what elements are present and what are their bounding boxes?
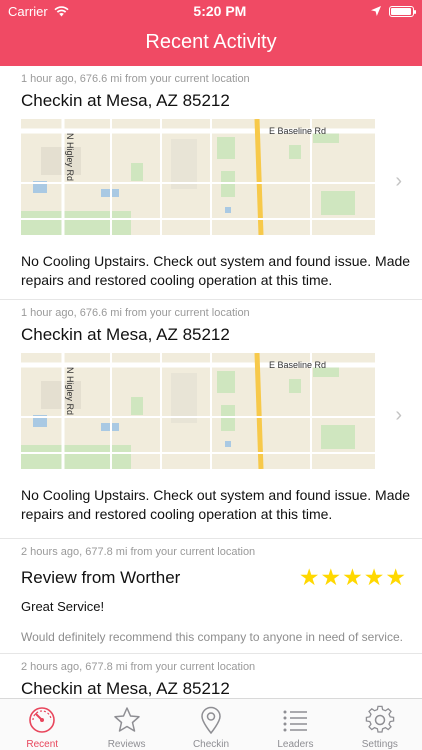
item-title: Review from Worther (21, 567, 181, 587)
tab-leaders[interactable]: Leaders (253, 699, 337, 750)
chevron-right-icon[interactable]: › (395, 170, 402, 193)
map-thumbnail: E Baseline Rd N Higley Rd (21, 353, 375, 469)
gauge-icon (29, 707, 56, 733)
list-icon (283, 710, 308, 732)
location-pin-icon (201, 706, 221, 735)
star-icon: ★ (298, 564, 320, 590)
tab-label: Recent (26, 739, 59, 750)
list-item[interactable]: 1 hour ago, 676.6 mi from your current l… (0, 66, 422, 300)
star-icon (113, 707, 140, 732)
gear-icon (365, 705, 395, 733)
list-item[interactable]: 1 hour ago, 676.6 mi from your current l… (0, 300, 422, 539)
review-body: Would definitely recommend this company … (21, 630, 403, 644)
tab-checkin[interactable]: Checkin (169, 699, 253, 750)
road-label-north: N Higley Rd (65, 367, 75, 415)
tab-reviews[interactable]: Reviews (84, 699, 168, 750)
battery-icon (389, 5, 416, 17)
wifi-icon (54, 5, 69, 17)
tab-label: Reviews (107, 739, 146, 750)
carrier-label: Carrier (8, 3, 48, 19)
activity-feed[interactable]: 1 hour ago, 676.6 mi from your current l… (0, 66, 422, 698)
map-thumbnail: E Baseline Rd N Higley Rd (21, 119, 375, 235)
tab-settings[interactable]: Settings (338, 699, 422, 750)
tab-label: Leaders (277, 739, 314, 750)
page-title: Recent Activity (145, 31, 277, 53)
tab-bar: Recent Reviews Checkin Leaders Settings (0, 698, 422, 750)
status-bar: Carrier 5:20 PM (0, 0, 422, 22)
road-label-east: E Baseline Rd (269, 126, 326, 136)
item-meta: 1 hour ago, 676.6 mi from your current l… (21, 307, 250, 319)
star-icon: ★ (385, 564, 406, 590)
header: Carrier 5:20 PM Recent Activity (0, 0, 422, 66)
list-item[interactable]: 2 hours ago, 677.8 mi from your current … (0, 654, 422, 698)
location-arrow-icon (371, 6, 381, 16)
road-label-east: E Baseline Rd (269, 360, 326, 370)
review-subtitle: Great Service! (21, 599, 105, 614)
tab-recent[interactable]: Recent (0, 699, 84, 750)
status-time: 5:20 PM (193, 3, 247, 19)
item-meta: 2 hours ago, 677.8 mi from your current … (21, 661, 256, 673)
star-icon: ★ (320, 564, 342, 590)
road-label-north: N Higley Rd (65, 133, 75, 181)
tab-label: Checkin (192, 739, 230, 750)
item-meta: 1 hour ago, 676.6 mi from your current l… (21, 73, 250, 85)
item-description: No Cooling Upstairs. Check out system an… (21, 253, 411, 288)
star-icon: ★ (342, 564, 363, 590)
tab-label: Settings (361, 739, 398, 750)
star-icon: ★ (363, 564, 385, 590)
item-title: Checkin at Mesa, AZ 85212 (21, 679, 230, 698)
item-title: Checkin at Mesa, AZ 85212 (21, 325, 230, 344)
list-item[interactable]: 2 hours ago, 677.8 mi from your current … (0, 539, 422, 654)
item-description: No Cooling Upstairs. Check out system an… (21, 487, 411, 522)
chevron-right-icon[interactable]: › (395, 404, 402, 427)
item-meta: 2 hours ago, 677.8 mi from your current … (21, 546, 256, 558)
item-title: Checkin at Mesa, AZ 85212 (21, 91, 230, 110)
star-rating: ★ ★ ★ ★ ★ (299, 566, 406, 589)
